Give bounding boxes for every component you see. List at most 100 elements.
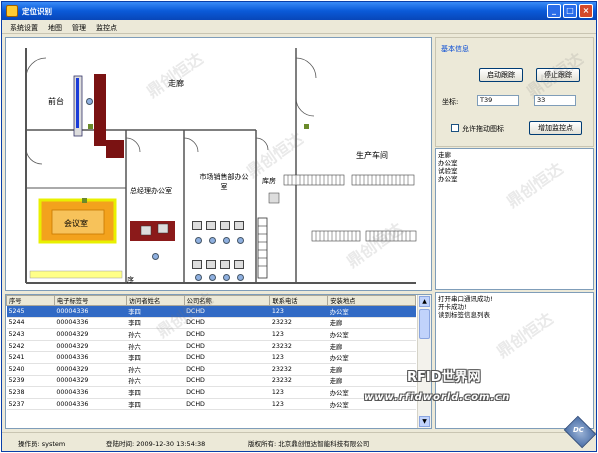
cell-location: 走廊 [327, 317, 416, 330]
cell-phone: 123 [269, 351, 328, 364]
rfidworld-url-watermark: www.rfidworld.com.cn [364, 392, 511, 403]
col-header-company[interactable]: 公司名称 [183, 295, 271, 306]
room-label-gm-office: 总经理办公室 [130, 187, 172, 195]
cell-phone: 123 [269, 386, 328, 399]
desk [192, 221, 202, 230]
cell-phone: 123 [269, 398, 328, 411]
table-header-row: 序号 电子标签号 访问者姓名 公司名称 联系电话 安装地点 [6, 295, 416, 306]
list-item[interactable]: 办公室 [438, 175, 591, 183]
table-row[interactable]: 5237 00004336 李四 DCHD 123 办公室 [6, 398, 416, 411]
title-bar: 定位识别 _ □ × [2, 2, 596, 20]
scroll-down-icon[interactable]: ▼ [419, 416, 430, 427]
cell-seq: 5240 [6, 363, 55, 376]
col-header-visitor[interactable]: 访问者姓名 [125, 295, 185, 306]
scroll-up-icon[interactable]: ▲ [419, 296, 430, 307]
cell-seq: 5241 [6, 351, 55, 364]
app-icon [6, 5, 18, 17]
cell-phone: 123 [269, 305, 328, 318]
room-label-corridor: 走廊 [168, 79, 184, 88]
col-header-phone[interactable]: 联系电话 [269, 295, 329, 306]
chair [152, 253, 159, 260]
chair [237, 237, 244, 244]
table-row[interactable]: 5243 00004329 孙六 DCHD 123 办公室 [6, 328, 416, 341]
log-list[interactable]: 打开串口通讯成功! 开卡成功! 读到标签信息列表 [435, 292, 594, 429]
panel-title: 基本信息 [441, 45, 469, 53]
cell-phone: 123 [269, 328, 328, 341]
cell-seq: 5243 [6, 328, 55, 341]
table-row[interactable]: 5238 00004336 李四 DCHD 123 办公室 [6, 386, 416, 399]
cell-seq: 5239 [6, 375, 55, 388]
desk [206, 260, 216, 269]
menu-monitor-point[interactable]: 监控点 [96, 23, 117, 33]
cell-tag-no: 00004336 [54, 398, 127, 411]
cell-company: DCHD [184, 363, 270, 376]
cell-visitor: 李四 [126, 386, 185, 399]
room-label-reception: 前台 [48, 97, 64, 106]
cell-visitor: 孙六 [126, 340, 185, 353]
records-table[interactable]: 序号 电子标签号 访问者姓名 公司名称 联系电话 安装地点 5245 000043… [5, 294, 432, 429]
log-item: 开卡成功! [438, 303, 467, 311]
col-header-tag-no[interactable]: 电子标签号 [53, 295, 127, 306]
cell-visitor: 李四 [126, 317, 185, 330]
table-row[interactable]: 5244 00004336 李四 DCHD 23232 走廊 [6, 317, 416, 330]
maximize-icon[interactable]: □ [563, 4, 577, 18]
table-row[interactable]: 5240 00004329 孙六 DCHD 23232 走廊 [6, 363, 416, 376]
desk [220, 221, 230, 230]
desk [220, 260, 230, 269]
cell-company: DCHD [184, 375, 270, 388]
status-operator: 操作员: system [18, 440, 66, 448]
cell-phone: 23232 [269, 363, 328, 376]
cell-company: DCHD [184, 328, 270, 341]
table-row[interactable]: 5242 00004329 孙六 DCHD 23232 走廊 [6, 340, 416, 353]
cell-seq: 5238 [6, 386, 55, 399]
coord-y-field[interactable]: 33 [534, 95, 576, 106]
cell-company: DCHD [184, 386, 270, 399]
cell-tag-no: 00004329 [54, 340, 127, 353]
cell-tag-no: 00004336 [54, 386, 127, 399]
menu-manage[interactable]: 管理 [72, 23, 86, 33]
col-header-seq[interactable]: 序号 [6, 295, 55, 306]
stop-tracking-button[interactable]: 停止跟踪 [536, 68, 580, 82]
cell-seq: 5245 [6, 305, 55, 318]
floor-plan-map[interactable]: 前台 走廊 会议室 总经理办公室 市场销售部办公室 库房 生产车间 序 [5, 37, 432, 291]
scroll-thumb[interactable] [419, 309, 430, 339]
table-row[interactable]: 5245 00004336 李四 DCHD 123 办公室 [6, 305, 416, 318]
list-item[interactable]: 办公室 [438, 159, 591, 167]
chair [209, 274, 216, 281]
list-item[interactable]: 试验室 [438, 167, 591, 175]
desk [192, 260, 202, 269]
room-label-production: 生产车间 [356, 151, 388, 160]
cell-company: DCHD [184, 340, 270, 353]
allow-drag-checkbox[interactable] [451, 124, 459, 132]
minimize-icon[interactable]: _ [547, 4, 561, 18]
room-label-storage: 库房 [262, 177, 276, 185]
location-list[interactable]: 走廊 办公室 试验室 办公室 [435, 148, 594, 290]
chair [209, 237, 216, 244]
cell-tag-no: 00004329 [54, 375, 127, 388]
status-bar: 操作员: system 登陆时间: 2009-12-30 13:54:38 版权… [2, 432, 596, 451]
cell-location: 办公室 [327, 328, 416, 341]
cell-phone: 23232 [269, 340, 328, 353]
col-header-location[interactable]: 安装地点 [327, 295, 416, 306]
cell-phone: 23232 [269, 317, 328, 330]
list-item[interactable]: 走廊 [438, 151, 591, 159]
cell-visitor: 李四 [126, 398, 185, 411]
coord-x-field[interactable]: T39 [477, 95, 519, 106]
menu-map[interactable]: 地图 [48, 23, 62, 33]
table-row[interactable]: 5241 00004336 李四 DCHD 123 办公室 [6, 351, 416, 364]
chair [223, 237, 230, 244]
cell-company: DCHD [184, 317, 270, 330]
table-row[interactable]: 5239 00004329 孙六 DCHD 23232 走廊 [6, 375, 416, 388]
cell-location: 办公室 [327, 351, 416, 364]
cell-visitor: 孙六 [126, 375, 185, 388]
cell-tag-no: 00004336 [54, 351, 127, 364]
chair [195, 274, 202, 281]
add-monitor-point-button[interactable]: 增加监控点 [529, 121, 582, 135]
menu-system-settings[interactable]: 系统设置 [10, 23, 38, 33]
cell-tag-no: 00004336 [54, 305, 127, 318]
close-icon[interactable]: × [579, 4, 593, 18]
start-tracking-button[interactable]: 启动跟踪 [479, 68, 523, 82]
table-scrollbar[interactable]: ▲ ▼ [417, 295, 431, 428]
status-copyright: 版权所有: 北京鼎创恒达智能科技有限公司 [248, 440, 370, 448]
cell-location: 办公室 [327, 305, 416, 318]
